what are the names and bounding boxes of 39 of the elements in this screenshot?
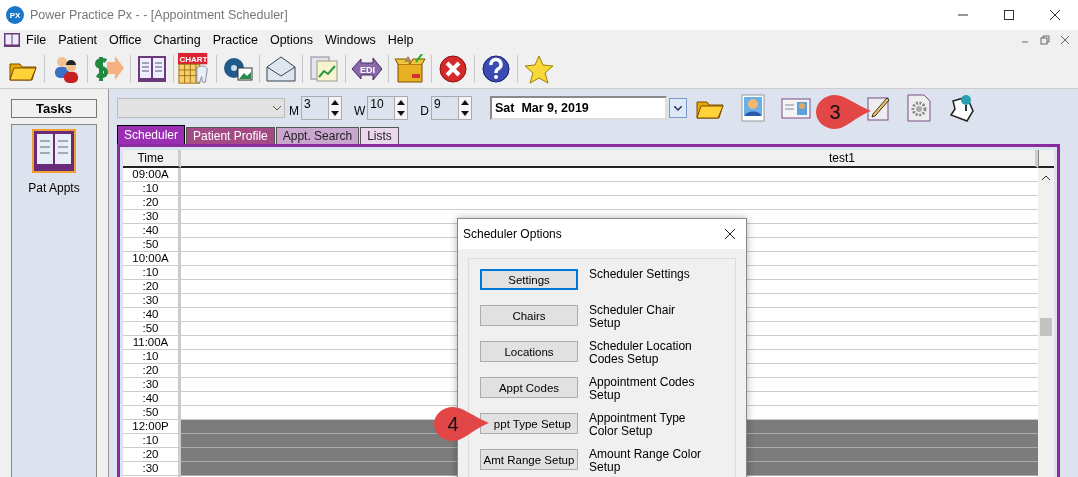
time-cell: :50 — [123, 238, 178, 252]
time-cell: 12:00P — [123, 420, 178, 434]
spinner-label: W — [354, 104, 366, 118]
time-cell: :10 — [123, 182, 178, 196]
option-description: Amount Range Color Setup — [589, 448, 703, 473]
time-cell: :20 — [123, 448, 178, 462]
time-cell: :40 — [123, 224, 178, 238]
time-cell: :50 — [123, 322, 178, 336]
time-cell: :30 — [123, 294, 178, 308]
window-title: Power Practice Px - - [Appointment Scheduler] — [30, 8, 289, 22]
time-cell: :30 — [123, 462, 178, 476]
time-cell: :30 — [123, 210, 178, 224]
time-cell: 11:00A — [123, 336, 178, 350]
dialog-title: Scheduler Options — [463, 227, 562, 241]
time-cell: :40 — [123, 308, 178, 322]
time-cell: 10:00A — [123, 252, 178, 266]
time-cell: 09:00A — [123, 168, 178, 182]
step-callout: 4 — [432, 406, 490, 442]
option-description: Scheduler Settings — [589, 268, 691, 281]
time-cell: :10 — [123, 350, 178, 364]
time-cell: :10 — [123, 266, 178, 280]
time-cell: :20 — [123, 364, 178, 378]
option-description: Scheduler Chair Setup — [589, 304, 677, 329]
time-cell: :10 — [123, 434, 178, 448]
column-header: Time — [123, 150, 181, 168]
time-cell: :30 — [123, 378, 178, 392]
tasks-header: Tasks — [11, 99, 97, 118]
option-description: Appointment Type Color Setup — [589, 412, 687, 437]
spinner-label: D — [420, 104, 429, 118]
option-description: Appointment Codes Setup — [589, 376, 696, 401]
time-cell: :50 — [123, 406, 178, 420]
step-callout: 3 — [814, 94, 872, 130]
time-cell: :20 — [123, 280, 178, 294]
time-cell: :20 — [123, 196, 178, 210]
app-logo: PX — [6, 6, 24, 24]
time-cell: :40 — [123, 392, 178, 406]
option-description: Scheduler Location Codes Setup — [589, 340, 693, 365]
column-header: test1 — [181, 150, 1038, 168]
spinner-label: M — [289, 104, 299, 118]
